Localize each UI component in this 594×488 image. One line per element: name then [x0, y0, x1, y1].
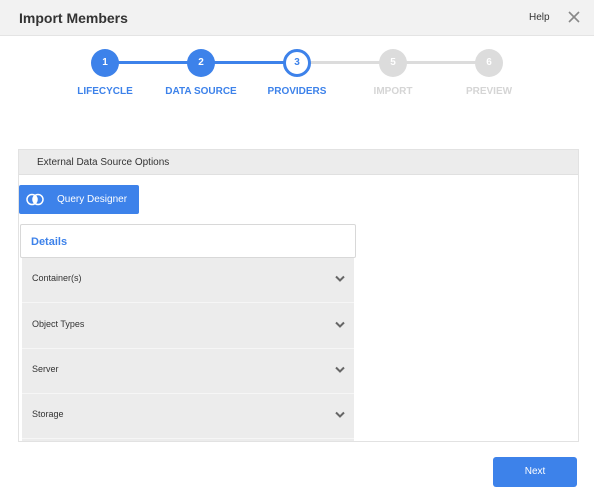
step-3-label[interactable]: PROVIDERS: [242, 86, 352, 97]
step-connector: [214, 61, 284, 64]
accordion-label: Storage: [32, 409, 64, 419]
query-designer-button[interactable]: Query Designer: [19, 185, 139, 214]
chevron-down-icon: [335, 275, 345, 282]
step-1-circle[interactable]: 1: [91, 49, 119, 77]
step-1-label[interactable]: LIFECYCLE: [50, 86, 160, 97]
venn-circles-icon: [26, 193, 44, 206]
step-5-label: IMPORT: [373, 86, 413, 97]
step-6-circle: 6: [475, 49, 503, 77]
accordion-label: Container(s): [32, 273, 82, 283]
chevron-down-icon: [335, 366, 345, 373]
step-connector: [310, 61, 380, 64]
step-2-label[interactable]: DATA SOURCE: [146, 86, 256, 97]
accordion-label: Object Types: [32, 319, 85, 329]
step-5-circle: 5: [379, 49, 407, 77]
dialog-header: Import Members Help: [0, 0, 594, 36]
details-header[interactable]: Details: [20, 224, 356, 258]
accordion-item-server[interactable]: Server: [22, 349, 354, 394]
accordion-item-object-types[interactable]: Object Types: [22, 304, 354, 349]
accordion-item-storage[interactable]: Storage: [22, 394, 354, 439]
chevron-down-icon: [335, 321, 345, 328]
accordion-label: Server: [32, 364, 59, 374]
close-icon[interactable]: [567, 10, 581, 24]
step-connector: [406, 61, 476, 64]
next-button[interactable]: Next: [493, 457, 577, 487]
details-section: Details Container(s) Object Types Server…: [20, 224, 356, 442]
accordion-item-containers[interactable]: Container(s): [22, 258, 354, 303]
step-connector: [118, 61, 188, 64]
dialog-title: Import Members: [19, 10, 128, 26]
panel-header: External Data Source Options: [19, 150, 578, 175]
import-members-dialog: Import Members Help 1 LIFECYCLE 2 DATA S…: [0, 0, 594, 488]
panel-title: External Data Source Options: [37, 157, 170, 168]
chevron-down-icon: [335, 411, 345, 418]
step-3-circle[interactable]: 3: [283, 49, 311, 77]
query-designer-label: Query Designer: [57, 194, 128, 205]
external-data-source-panel: External Data Source Options Query Desig…: [18, 149, 579, 442]
step-6-label: PREVIEW: [465, 86, 513, 97]
wizard-stepper: 1 LIFECYCLE 2 DATA SOURCE 3 PROVIDERS 5 …: [0, 44, 594, 104]
step-2-circle[interactable]: 2: [187, 49, 215, 77]
details-title: Details: [31, 236, 68, 248]
details-accordion: Container(s) Object Types Server Storage: [22, 258, 354, 441]
help-link[interactable]: Help: [529, 12, 550, 23]
